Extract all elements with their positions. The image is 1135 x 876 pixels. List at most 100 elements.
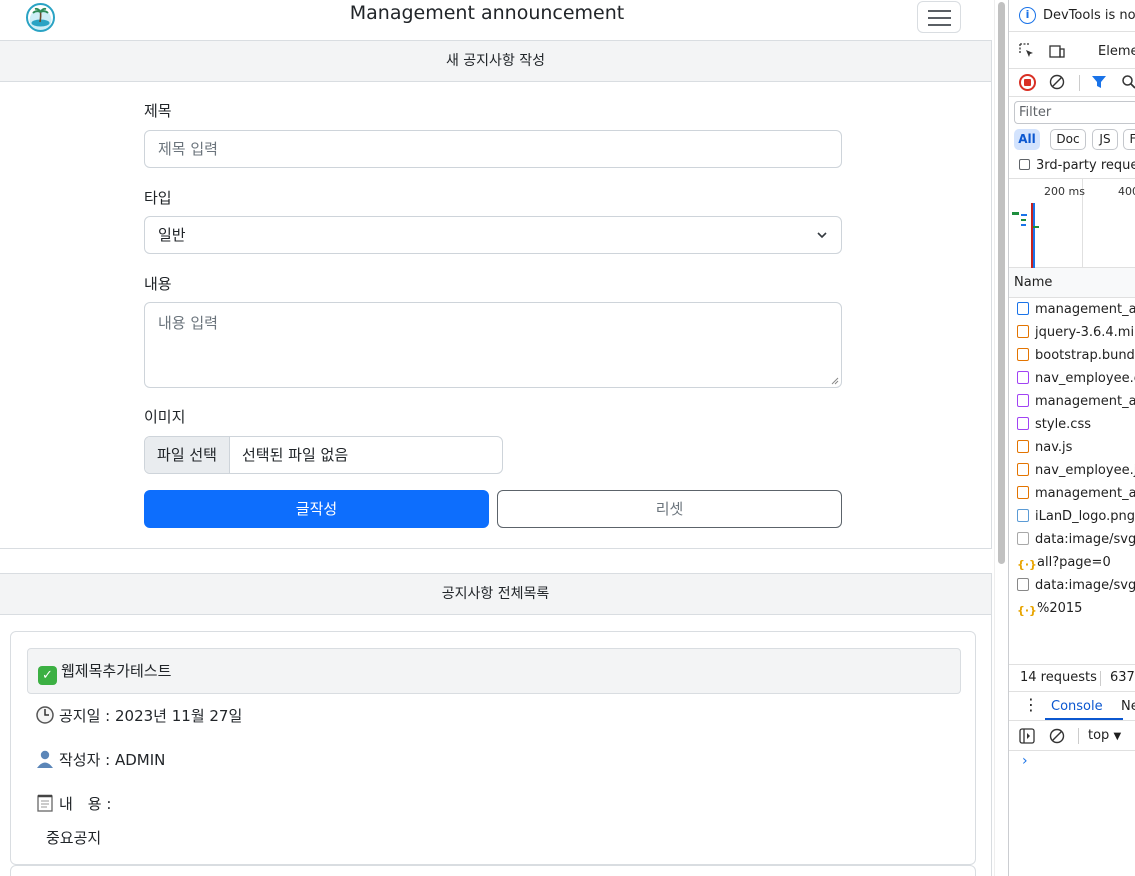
request-row[interactable]: {·}%2015 — [1017, 597, 1082, 620]
notice-date-text: 공지일 : 2023년 11월 27일 — [59, 707, 243, 725]
context-value: top — [1088, 728, 1110, 743]
request-row[interactable]: style.css — [1017, 413, 1091, 436]
request-row[interactable]: nav_employee.js — [1017, 459, 1135, 482]
title-input[interactable]: 제목 입력 — [144, 130, 842, 168]
inspect-element-icon[interactable] — [1019, 43, 1035, 59]
data-file-icon — [1017, 532, 1029, 545]
timeline-bar — [1021, 224, 1026, 226]
timeline-bar — [1021, 219, 1026, 221]
network-status-bar: 14 requests 637 — [1009, 664, 1135, 692]
console-toolbar: top ▼ — [1009, 721, 1135, 751]
tab-network-conditions[interactable]: Ne — [1121, 699, 1135, 714]
type-select[interactable]: 일반 — [144, 216, 842, 254]
hamburger-icon — [928, 10, 951, 12]
timeline-label: 400 — [1118, 185, 1135, 198]
img-file-icon — [1017, 509, 1029, 522]
transfer-size: 637 — [1110, 670, 1135, 685]
content-placeholder: 내용 입력 — [158, 314, 218, 332]
page-scrollbar-thumb[interactable] — [998, 2, 1005, 564]
image-label: 이미지 — [144, 408, 186, 426]
filter-pill-js[interactable]: JS — [1092, 129, 1118, 150]
hamburger-icon-bar — [928, 17, 951, 19]
content-textarea[interactable]: 내용 입력 — [144, 302, 842, 388]
request-row[interactable]: data:image/svg+: — [1017, 574, 1135, 597]
device-toolbar-icon[interactable] — [1049, 43, 1065, 59]
status-divider — [1100, 671, 1101, 686]
app-page: Management announcement 새 공지사항 작성 제목 제목 … — [0, 0, 994, 876]
request-name: management_anr — [1035, 486, 1135, 501]
request-row[interactable]: nav_employee.cs — [1017, 367, 1135, 390]
filter-icon[interactable] — [1091, 74, 1107, 90]
notice-author-text: 작성자 : ADMIN — [59, 751, 166, 769]
filter-pill-doc[interactable]: Doc — [1050, 129, 1086, 150]
css-file-icon — [1017, 394, 1029, 407]
request-name: data:image/svg+: — [1035, 578, 1135, 593]
notice-content-text: 중요공지 — [46, 829, 102, 847]
file-choose-button[interactable]: 파일 선택 — [145, 437, 230, 473]
xhr-file-icon: {·} — [1017, 558, 1037, 571]
request-row[interactable]: data:image/svg+: — [1017, 528, 1135, 551]
request-row[interactable]: management_anr — [1017, 298, 1135, 321]
record-stop-icon[interactable] — [1019, 74, 1036, 91]
timeline-load-marker — [1033, 203, 1035, 269]
devtools-info-bar: i DevTools is now — [1009, 0, 1135, 32]
request-name: iLanD_logo.png — [1035, 509, 1135, 524]
resize-grip-icon[interactable] — [831, 377, 839, 385]
clear-console-icon[interactable] — [1049, 728, 1065, 744]
page-scrollbar[interactable] — [994, 0, 1008, 876]
timeline-bar — [1033, 226, 1039, 228]
request-row[interactable]: management_anr — [1017, 390, 1135, 413]
request-row[interactable]: management_anr — [1017, 482, 1135, 505]
css-file-icon — [1017, 371, 1029, 384]
third-party-label: 3rd-party reques — [1036, 158, 1135, 173]
timeline-bar — [1012, 212, 1019, 215]
request-name: %2015 — [1037, 601, 1083, 616]
timeline-bar — [1021, 214, 1027, 216]
tab-elements[interactable]: Elemen — [1098, 44, 1135, 59]
navbar: Management announcement — [0, 0, 994, 40]
request-row[interactable]: {·}all?page=0 — [1017, 551, 1111, 574]
network-timeline[interactable]: 200 ms 400 — [1009, 178, 1135, 269]
request-name: bootstrap.bundle — [1035, 348, 1135, 363]
reset-button[interactable]: 리셋 — [497, 490, 842, 528]
svgi-file-icon — [1017, 578, 1029, 591]
request-row[interactable]: bootstrap.bundle — [1017, 344, 1135, 367]
request-name: jquery-3.6.4.min.j — [1035, 325, 1135, 340]
more-options-icon[interactable]: ⋮ — [1023, 697, 1039, 713]
menu-toggle-button[interactable] — [917, 1, 961, 33]
person-icon — [37, 750, 53, 768]
xhr-file-icon: {·} — [1017, 604, 1037, 617]
request-row[interactable]: nav.js — [1017, 436, 1072, 459]
request-name: nav_employee.js — [1035, 463, 1135, 478]
request-name: management_anr — [1035, 394, 1135, 409]
checkbox[interactable] — [1019, 159, 1030, 170]
devtools-tabbar: Elemen — [1009, 33, 1135, 69]
info-icon: i — [1019, 7, 1036, 24]
request-name: management_anr — [1035, 302, 1135, 317]
sidebar-toggle-icon[interactable] — [1019, 728, 1035, 744]
js-file-icon — [1017, 325, 1029, 338]
file-input[interactable]: 파일 선택 선택된 파일 없음 — [144, 436, 503, 474]
third-party-toggle[interactable]: 3rd-party reques — [1019, 158, 1135, 173]
tab-console[interactable]: Console — [1051, 699, 1103, 714]
notice-title: 웹제목추가테스트 — [61, 662, 172, 680]
submit-button[interactable]: 글작성 — [144, 490, 489, 528]
request-row[interactable]: jquery-3.6.4.min.j — [1017, 321, 1135, 344]
toolbar-divider — [1078, 728, 1079, 744]
notice-date: 공지일 : 2023년 11월 27일 — [35, 705, 242, 726]
filter-pill-font[interactable]: F — [1123, 129, 1135, 150]
filter-pill-all[interactable]: All — [1014, 129, 1040, 150]
console-prompt-icon[interactable]: › — [1022, 753, 1028, 769]
notice-item: ✓ 웹제목추가테스트 공지일 : 2023년 11월 27일 작성자 : ADMI… — [10, 631, 976, 865]
notice-title-bar[interactable]: ✓ 웹제목추가테스트 — [27, 648, 961, 694]
request-row[interactable]: iLanD_logo.png — [1017, 505, 1135, 528]
clear-icon[interactable] — [1049, 74, 1065, 90]
notice-content-label-text: 내 용 : — [59, 795, 112, 813]
chevron-down-icon — [817, 232, 827, 239]
requests-name-header[interactable]: Name — [1009, 268, 1135, 298]
notice-content-label: 내 용 : — [35, 793, 111, 814]
search-icon[interactable] — [1121, 74, 1135, 90]
context-selector[interactable]: top ▼ — [1088, 728, 1121, 743]
devtools-info-text: DevTools is now — [1043, 8, 1135, 23]
network-filter-input[interactable]: Filter — [1014, 101, 1135, 124]
